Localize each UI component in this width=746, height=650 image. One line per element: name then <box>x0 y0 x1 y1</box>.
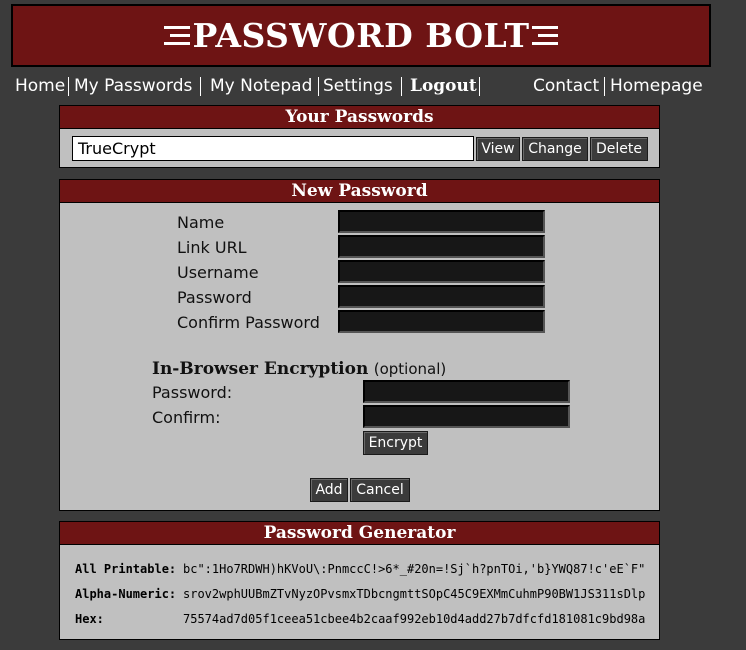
generator-row-label: Hex: <box>75 612 104 626</box>
your-passwords-panel: Your Passwords TrueCrypt View Change Del… <box>59 105 660 168</box>
password-generator-title: Password Generator <box>60 522 659 545</box>
new-password-title: New Password <box>60 180 659 203</box>
nav-home[interactable]: Home <box>15 76 65 96</box>
encryption-heading-text: In-Browser Encryption <box>152 359 369 379</box>
password-field[interactable] <box>338 285 545 308</box>
nav-divider <box>318 77 319 96</box>
generator-row-label: All Printable: <box>75 562 177 576</box>
new-password-panel: New Password Name Link URL Username Pass… <box>59 179 660 511</box>
your-passwords-title: Your Passwords <box>60 106 659 129</box>
nav-divider <box>479 77 480 96</box>
nav-divider <box>200 77 201 96</box>
nav-logout[interactable]: Logout <box>410 76 477 96</box>
app-title: PASSWORD BOLT <box>192 16 530 55</box>
nav-divider <box>401 77 402 96</box>
generator-row-label: Alpha-Numeric: <box>75 587 177 601</box>
main-nav: Home My Passwords My Notepad Settings Lo… <box>15 76 746 98</box>
name-label: Name <box>177 213 225 232</box>
view-button[interactable]: View <box>476 137 520 161</box>
link-url-label: Link URL <box>177 238 247 257</box>
generated-password-printable[interactable]: bc":1Ho7RDWH)hKVoU\:PnmccC!>6*_#20n=!Sj`… <box>183 562 645 576</box>
enc-password-label: Password: <box>152 383 233 402</box>
encryption-heading: In-Browser Encryption (optional) <box>152 359 446 379</box>
bolt-icon <box>531 25 558 47</box>
link-url-field[interactable] <box>338 235 545 258</box>
add-button[interactable]: Add <box>310 478 348 502</box>
password-select[interactable]: TrueCrypt <box>72 136 474 161</box>
nav-homepage[interactable]: Homepage <box>610 76 703 96</box>
generated-password-alphanumeric[interactable]: srov2wphUUBmZTvNyzOPvsmxTDbcngmttSOpC45C… <box>183 587 645 601</box>
nav-my-notepad[interactable]: My Notepad <box>210 76 312 96</box>
bolt-icon <box>164 25 191 47</box>
username-label: Username <box>177 263 259 282</box>
confirm-password-field[interactable] <box>338 310 545 333</box>
encrypt-button[interactable]: Encrypt <box>363 431 428 455</box>
nav-divider <box>68 77 69 96</box>
confirm-password-label: Confirm Password <box>177 313 320 332</box>
password-select-value: TrueCrypt <box>78 139 156 158</box>
encryption-optional-note: (optional) <box>373 360 447 378</box>
nav-contact[interactable]: Contact <box>533 76 599 96</box>
password-generator-panel: Password Generator All Printable: bc":1H… <box>59 521 660 640</box>
name-field[interactable] <box>338 210 545 233</box>
generated-password-hex[interactable]: 75574ad7d05f1ceea51cbee4b2caaf992eb10d4a… <box>183 612 645 626</box>
app-logo: PASSWORD BOLT <box>162 16 559 55</box>
nav-divider <box>604 77 605 96</box>
enc-password-field[interactable] <box>363 380 570 403</box>
change-button[interactable]: Change <box>522 137 588 161</box>
app-header: PASSWORD BOLT <box>11 4 711 67</box>
password-label: Password <box>177 288 252 307</box>
enc-confirm-label: Confirm: <box>152 408 221 427</box>
cancel-button[interactable]: Cancel <box>350 478 410 502</box>
enc-confirm-field[interactable] <box>363 405 570 428</box>
username-field[interactable] <box>338 260 545 283</box>
nav-my-passwords[interactable]: My Passwords <box>74 76 192 96</box>
delete-button[interactable]: Delete <box>590 137 648 161</box>
nav-settings[interactable]: Settings <box>323 76 393 96</box>
